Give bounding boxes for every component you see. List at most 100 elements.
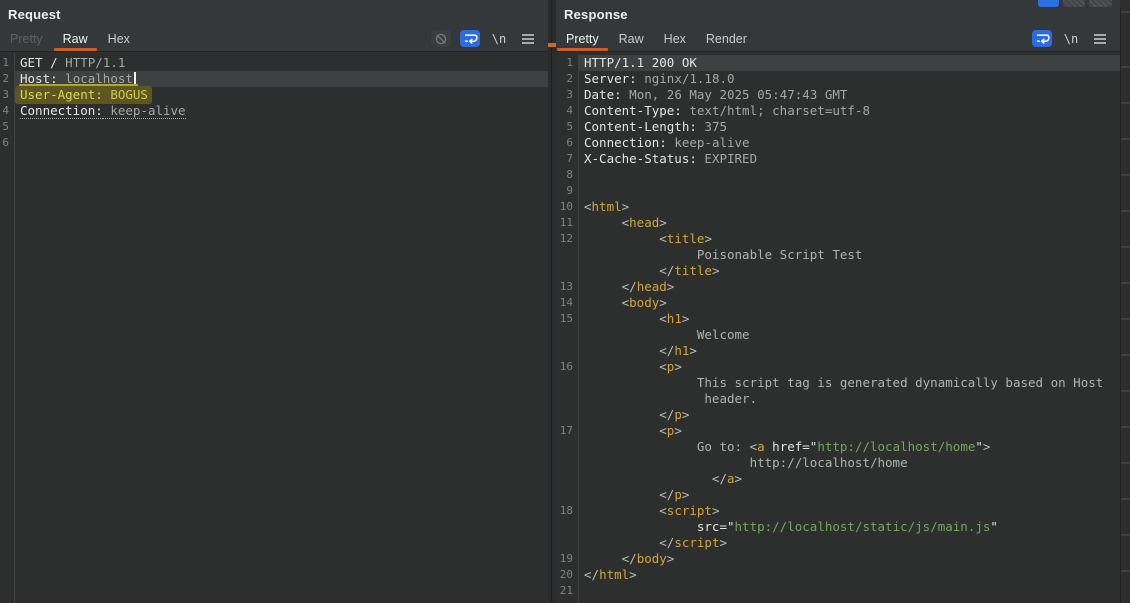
code-text: User-Agent: BOGUS bbox=[14, 87, 548, 103]
response-tab-pretty[interactable]: Pretty bbox=[556, 26, 609, 51]
response-tab-hex[interactable]: Hex bbox=[654, 26, 696, 51]
response-tab-render[interactable]: Render bbox=[696, 26, 757, 51]
code-line[interactable]: 5 bbox=[0, 119, 548, 135]
response-tab-raw[interactable]: Raw bbox=[609, 26, 654, 51]
code-line[interactable]: 6Connection: keep-alive bbox=[556, 135, 1120, 151]
code-text: Connection: keep-alive bbox=[14, 103, 548, 119]
code-line[interactable]: 10<html> bbox=[556, 199, 1120, 215]
code-line[interactable]: 4Content-Type: text/html; charset=utf-8 bbox=[556, 103, 1120, 119]
code-line[interactable]: http://localhost/home bbox=[556, 455, 1120, 471]
line-number bbox=[556, 375, 578, 391]
code-line[interactable]: 15 <h1> bbox=[556, 311, 1120, 327]
code-line[interactable]: 7X-Cache-Status: EXPIRED bbox=[556, 151, 1120, 167]
code-line[interactable]: 1HTTP/1.1 200 OK bbox=[556, 55, 1120, 71]
code-line[interactable]: </p> bbox=[556, 407, 1120, 423]
editor-menu-icon[interactable] bbox=[518, 30, 538, 47]
line-number: 5 bbox=[556, 119, 578, 135]
code-line[interactable]: 5Content-Length: 375 bbox=[556, 119, 1120, 135]
code-line[interactable]: 3Date: Mon, 26 May 2025 05:47:43 GMT bbox=[556, 87, 1120, 103]
code-text: </p> bbox=[578, 487, 1120, 503]
code-text: </html> bbox=[578, 567, 1120, 583]
code-text: Welcome bbox=[578, 327, 1120, 343]
request-tab-raw[interactable]: Raw bbox=[53, 26, 98, 51]
request-panel-title: Request bbox=[0, 0, 548, 22]
code-line[interactable]: 6 bbox=[0, 135, 548, 151]
line-number: 10 bbox=[556, 199, 578, 215]
line-number bbox=[556, 455, 578, 471]
line-number: 15 bbox=[556, 311, 578, 327]
code-line[interactable]: 11 <head> bbox=[556, 215, 1120, 231]
code-text: <head> bbox=[578, 215, 1120, 231]
panel-splitter[interactable] bbox=[548, 0, 556, 603]
code-line[interactable]: 16 <p> bbox=[556, 359, 1120, 375]
code-line[interactable]: 19 </body> bbox=[556, 551, 1120, 567]
code-line[interactable]: 2Server: nginx/1.18.0 bbox=[556, 71, 1120, 87]
code-line[interactable]: 8 bbox=[556, 167, 1120, 183]
code-text bbox=[578, 183, 1120, 199]
nonprintable-chars-toggle-icon[interactable]: \n bbox=[489, 30, 509, 47]
slashed-circle-icon[interactable] bbox=[431, 30, 451, 47]
code-line[interactable]: This script tag is generated dynamically… bbox=[556, 375, 1120, 391]
request-header: Request Pretty Raw Hex bbox=[0, 0, 548, 52]
line-number bbox=[556, 391, 578, 407]
code-text bbox=[14, 135, 548, 151]
toolbar-cut-icon[interactable] bbox=[1063, 0, 1085, 7]
code-line[interactable]: 17 <p> bbox=[556, 423, 1120, 439]
code-text bbox=[14, 119, 548, 135]
code-line[interactable]: Go to: <a href="http://localhost/home"> bbox=[556, 439, 1120, 455]
code-line[interactable]: 18 <script> bbox=[556, 503, 1120, 519]
line-number: 6 bbox=[556, 135, 578, 151]
response-toolbar: \n bbox=[1032, 26, 1120, 51]
code-text: <title> bbox=[578, 231, 1120, 247]
code-line[interactable]: </script> bbox=[556, 535, 1120, 551]
code-line[interactable]: 3User-Agent: BOGUS bbox=[0, 87, 548, 103]
response-editor[interactable]: 1HTTP/1.1 200 OK2Server: nginx/1.18.03Da… bbox=[556, 53, 1120, 603]
hamburger-glyph bbox=[1093, 33, 1107, 45]
code-text: <script> bbox=[578, 503, 1120, 519]
line-number: 2 bbox=[0, 71, 14, 87]
code-text: X-Cache-Status: EXPIRED bbox=[578, 151, 1120, 167]
code-line[interactable]: </h1> bbox=[556, 343, 1120, 359]
code-line[interactable]: 20</html> bbox=[556, 567, 1120, 583]
code-text: </body> bbox=[578, 551, 1120, 567]
code-text: This script tag is generated dynamically… bbox=[578, 375, 1120, 391]
request-tab-pretty[interactable]: Pretty bbox=[0, 26, 53, 51]
line-number bbox=[556, 263, 578, 279]
line-number bbox=[556, 535, 578, 551]
code-text: <p> bbox=[578, 423, 1120, 439]
code-line[interactable]: 21 bbox=[556, 583, 1120, 599]
word-wrap-toggle-icon[interactable] bbox=[460, 30, 480, 47]
line-number: 4 bbox=[556, 103, 578, 119]
line-number: 4 bbox=[0, 103, 14, 119]
code-line[interactable]: 4Connection: keep-alive bbox=[0, 103, 548, 119]
request-editor[interactable]: 1GET / HTTP/1.12Host: localhost3User-Age… bbox=[0, 53, 548, 603]
line-number bbox=[556, 407, 578, 423]
request-panel: Request Pretty Raw Hex bbox=[0, 0, 548, 603]
code-line[interactable]: 1GET / HTTP/1.1 bbox=[0, 55, 548, 71]
code-text: Server: nginx/1.18.0 bbox=[578, 71, 1120, 87]
highlighted-edit: User-Agent: BOGUS bbox=[15, 86, 152, 104]
code-text: Go to: <a href="http://localhost/home"> bbox=[578, 439, 1120, 455]
code-line[interactable]: 9 bbox=[556, 183, 1120, 199]
code-line[interactable]: header. bbox=[556, 391, 1120, 407]
line-number: 5 bbox=[0, 119, 14, 135]
word-wrap-cut-icon[interactable] bbox=[1038, 0, 1059, 7]
code-line[interactable]: src="http://localhost/static/js/main.js" bbox=[556, 519, 1120, 535]
code-line[interactable]: 2Host: localhost bbox=[0, 71, 548, 87]
line-number: 20 bbox=[556, 567, 578, 583]
code-line[interactable]: Poisonable Script Test bbox=[556, 247, 1120, 263]
code-line[interactable]: </a> bbox=[556, 471, 1120, 487]
code-line[interactable]: Welcome bbox=[556, 327, 1120, 343]
request-tab-hex[interactable]: Hex bbox=[98, 26, 140, 51]
code-line[interactable]: 12 <title> bbox=[556, 231, 1120, 247]
nonprintable-chars-toggle-icon[interactable]: \n bbox=[1061, 30, 1081, 47]
code-line[interactable]: 14 <body> bbox=[556, 295, 1120, 311]
code-line[interactable]: </title> bbox=[556, 263, 1120, 279]
editor-menu-icon[interactable] bbox=[1090, 30, 1110, 47]
code-text: </a> bbox=[578, 471, 1120, 487]
code-line[interactable]: 13 </head> bbox=[556, 279, 1120, 295]
scroll-marker-column[interactable] bbox=[1120, 8, 1130, 603]
code-line[interactable]: </p> bbox=[556, 487, 1120, 503]
toolbar-cut-icon[interactable] bbox=[1089, 0, 1112, 7]
word-wrap-toggle-icon[interactable] bbox=[1032, 30, 1052, 47]
